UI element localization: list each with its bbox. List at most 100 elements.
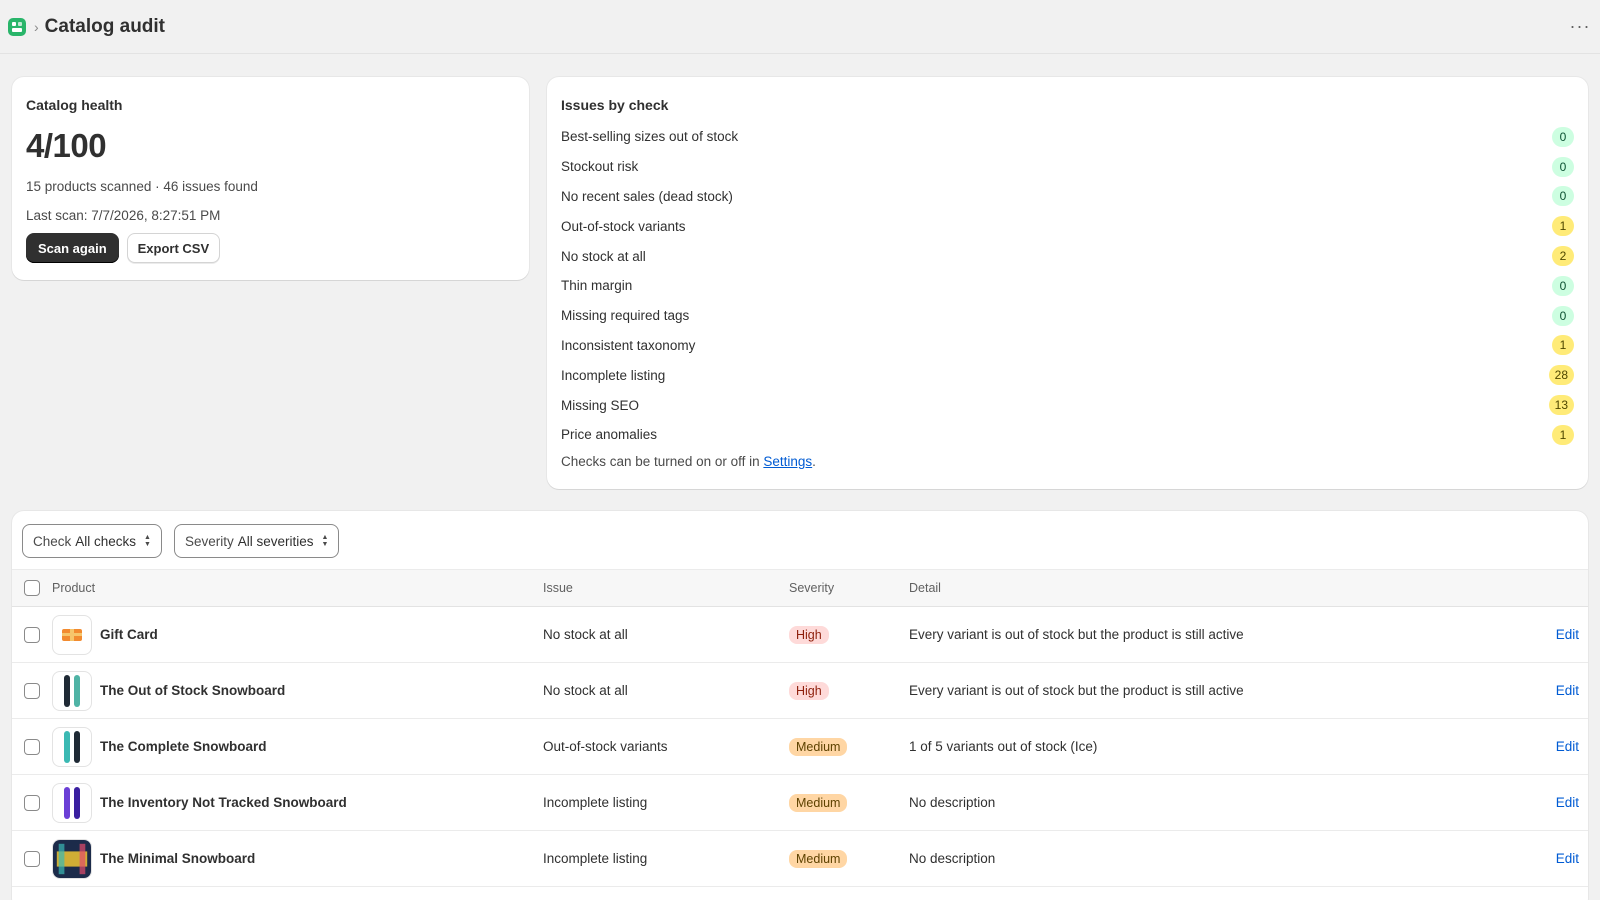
check-row: Best-selling sizes out of stock 0 [561, 122, 1574, 152]
check-row: Inconsistent taxonomy 1 [561, 331, 1574, 361]
check-row: No recent sales (dead stock) 0 [561, 182, 1574, 212]
edit-link[interactable]: Edit [1556, 627, 1579, 642]
top-bar: › Catalog audit ··· [0, 0, 1600, 54]
header-severity: Severity [789, 581, 835, 595]
check-count-badge: 2 [1552, 246, 1574, 267]
row-checkbox[interactable] [24, 738, 40, 755]
table-row[interactable]: Gift Card No stock at all High Every varian… [12, 607, 1588, 663]
check-label: Stockout risk [561, 159, 639, 175]
severity-filter[interactable]: Severity All severities ▲ ▼ [173, 524, 340, 558]
check-row: Thin margin 0 [561, 271, 1574, 301]
table-row[interactable]: The Complete Snowboard Out-of-stock varia… [12, 719, 1588, 775]
app-icon[interactable] [8, 17, 26, 36]
check-row: Price anomalies 1 [561, 420, 1574, 450]
check-row: Incomplete listing 28 [561, 360, 1574, 390]
issue-cell: Out-of-stock variants [543, 739, 668, 754]
table-row[interactable]: The Out of Stock Snowboard No stock at al… [12, 663, 1588, 719]
select-all-checkbox[interactable] [24, 580, 40, 596]
product-name: The Complete Snowboard [100, 739, 267, 754]
row-checkbox[interactable] [24, 682, 40, 699]
check-row: Out-of-stock variants 1 [561, 211, 1574, 241]
issue-cell: Incomplete listing [543, 795, 648, 810]
issues-by-check-card: Issues by check Best-selling sizes out o… [547, 77, 1588, 489]
severity-badge: Medium [789, 793, 848, 812]
snowboard-thumbnail [52, 670, 92, 711]
check-row: Missing required tags 0 [561, 301, 1574, 331]
detail-cell: No description [909, 795, 996, 810]
header-detail: Detail [909, 581, 941, 595]
filter-bar: Check All checks ▲ ▼ Severity All severit… [12, 511, 1588, 569]
row-checkbox[interactable] [24, 794, 40, 811]
check-label: No stock at all [561, 248, 646, 264]
row-checkbox[interactable] [24, 626, 40, 643]
breadcrumb-chevron-icon: › [34, 18, 39, 35]
header-issue: Issue [543, 581, 573, 595]
page-title: Catalog audit [44, 15, 166, 37]
detail-cell: Every variant is out of stock but the pr… [909, 683, 1244, 698]
edit-link[interactable]: Edit [1556, 683, 1579, 698]
product-name: The Inventory Not Tracked Snowboard [100, 795, 347, 810]
check-count-badge: 0 [1552, 156, 1574, 177]
last-scan: Last scan: 7/7/2026, 8:27:51 PM [26, 208, 221, 223]
edit-link[interactable]: Edit [1556, 795, 1579, 810]
table-body: Gift Card No stock at all High Every varian… [12, 607, 1588, 887]
check-label: No recent sales (dead stock) [561, 188, 733, 204]
check-label: Inconsistent taxonomy [561, 337, 696, 353]
header-product: Product [52, 581, 96, 595]
select-chevron-icon: ▲ ▼ [144, 534, 151, 548]
check-count-badge: 1 [1552, 424, 1574, 445]
snowboard-thumbnail [52, 782, 92, 823]
severity-badge: Medium [789, 737, 848, 756]
settings-link[interactable]: Settings [763, 454, 812, 469]
check-count-badge: 1 [1552, 335, 1574, 356]
catalog-health-title: Catalog health [26, 97, 123, 113]
product-name: Gift Card [100, 627, 158, 642]
gift-card-thumbnail [52, 614, 92, 655]
select-chevron-icon: ▲ ▼ [321, 534, 329, 548]
check-list: Best-selling sizes out of stock 0 Stockout… [561, 122, 1574, 450]
severity-badge: High [789, 625, 829, 644]
table-row[interactable]: The Inventory Not Tracked Snowboard Incom… [12, 775, 1588, 831]
severity-badge: High [789, 681, 829, 700]
check-count-badge: 28 [1548, 365, 1574, 386]
health-score: 4/100 [26, 127, 107, 164]
check-row: No stock at all 2 [561, 241, 1574, 271]
issue-cell: No stock at all [543, 627, 628, 642]
issues-by-check-title: Issues by check [561, 97, 669, 113]
check-count-badge: 0 [1552, 126, 1574, 147]
more-icon: ··· [1569, 15, 1591, 36]
settings-footnote: Checks can be turned on or off in Settin… [561, 453, 816, 469]
product-name: The Minimal Snowboard [100, 851, 256, 866]
check-label: Incomplete listing [561, 367, 666, 383]
edit-link[interactable]: Edit [1556, 739, 1579, 754]
check-row: Stockout risk 0 [561, 152, 1574, 182]
table-header: Product Issue Severity Detail [12, 569, 1588, 607]
detail-cell: 1 of 5 variants out of stock (Ice) [909, 739, 1098, 754]
snowboard-thumbnail [52, 838, 92, 879]
check-count-badge: 0 [1552, 275, 1574, 296]
check-count-badge: 0 [1552, 186, 1574, 207]
edit-link[interactable]: Edit [1556, 851, 1579, 866]
catalog-health-card: Catalog health 4/100 15 products scanned… [12, 77, 529, 280]
check-count-badge: 1 [1552, 216, 1574, 237]
check-label: Out-of-stock variants [561, 218, 686, 234]
check-count-badge: 13 [1548, 395, 1574, 416]
check-label: Missing SEO [561, 397, 640, 413]
severity-badge: Medium [789, 849, 848, 868]
issues-table-card: Check All checks ▲ ▼ Severity All severit… [12, 511, 1588, 900]
export-csv-button[interactable]: Export CSV [126, 233, 221, 263]
more-actions-button[interactable]: ··· [1568, 14, 1592, 38]
table-row[interactable]: The Minimal Snowboard Incomplete listing M… [12, 831, 1588, 887]
snowboard-thumbnail [52, 726, 92, 767]
check-count-badge: 0 [1552, 305, 1574, 326]
product-name: The Out of Stock Snowboard [100, 683, 286, 698]
check-filter[interactable]: Check All checks ▲ ▼ [22, 524, 162, 558]
check-label: Best-selling sizes out of stock [561, 129, 739, 145]
scan-again-button[interactable]: Scan again [26, 233, 119, 263]
issue-cell: Incomplete listing [543, 851, 648, 866]
check-label: Price anomalies [561, 427, 658, 443]
check-label: Thin margin [561, 278, 633, 294]
row-checkbox[interactable] [24, 850, 40, 867]
issue-cell: No stock at all [543, 683, 628, 698]
detail-cell: No description [909, 851, 996, 866]
